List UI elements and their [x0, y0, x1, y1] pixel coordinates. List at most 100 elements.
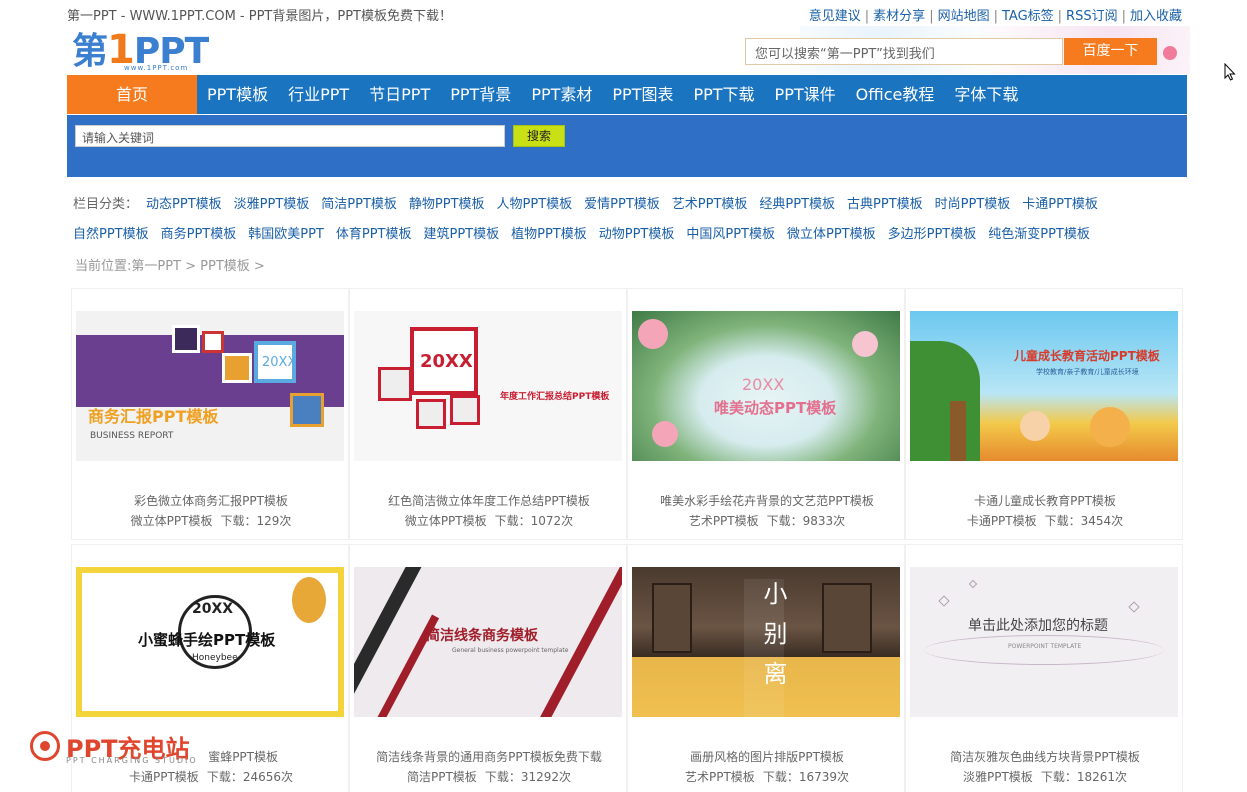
separator: |: [864, 9, 870, 24]
category-link[interactable]: 爱情PPT模板: [584, 197, 660, 212]
category-link[interactable]: 淡雅PPT模板: [234, 197, 310, 212]
logo-text-a: 第: [72, 31, 108, 72]
template-thumbnail[interactable]: 小别离: [632, 567, 900, 717]
category-link[interactable]: 时尚PPT模板: [935, 197, 1011, 212]
template-category[interactable]: 艺术PPT模板: [689, 514, 759, 528]
category-link[interactable]: 简洁PPT模板: [321, 197, 397, 212]
category-link[interactable]: 体育PPT模板: [336, 227, 412, 242]
category-link[interactable]: 建筑PPT模板: [424, 227, 500, 242]
category-link[interactable]: 商务PPT模板: [161, 227, 237, 242]
category-link[interactable]: 微立体PPT模板: [787, 227, 876, 242]
separator: |: [993, 9, 998, 24]
nav-item-download[interactable]: PPT下载: [693, 75, 754, 114]
template-card[interactable]: 20XX 年度工作汇报总结PPT模板 红色简洁微立体年度工作总结PPT模板 微立…: [349, 288, 627, 540]
template-category[interactable]: 简洁PPT模板: [407, 770, 477, 784]
category-link[interactable]: 自然PPT模板: [73, 227, 149, 242]
template-card[interactable]: 小别离 画册风格的图片排版PPT模板 艺术PPT模板 下载：16739次: [627, 544, 905, 792]
template-thumbnail[interactable]: 单击此处添加您的标题 POWERPOINT TEMPLATE: [910, 567, 1178, 717]
download-count: 下载：3454次: [1044, 514, 1124, 528]
nav-item-material[interactable]: PPT素材: [531, 75, 592, 114]
template-category[interactable]: 卡通PPT模板: [129, 770, 199, 784]
template-category[interactable]: 艺术PPT模板: [685, 770, 755, 784]
template-title[interactable]: 彩色微立体商务汇报PPT模板: [72, 492, 350, 509]
link-tags[interactable]: TAG标签: [1002, 9, 1054, 24]
thumb-badge: 20XX: [262, 355, 297, 370]
template-category[interactable]: 淡雅PPT模板: [963, 770, 1033, 784]
template-category[interactable]: 微立体PPT模板: [131, 514, 213, 528]
keyword-search-button[interactable]: 搜索: [513, 125, 565, 147]
thumb-subtitle: General business powerpoint template: [452, 647, 569, 654]
template-card[interactable]: 儿童成长教育活动PPT模板 学校教育/亲子教育/儿童成长环境 卡通儿童成长教育P…: [905, 288, 1183, 540]
category-link[interactable]: 古典PPT模板: [847, 197, 923, 212]
download-count: 下载：18261次: [1040, 770, 1127, 784]
thumb-subtitle: POWERPOINT TEMPLATE: [1008, 643, 1082, 650]
nav-item-fonts[interactable]: 字体下载: [954, 75, 1018, 114]
nav-home[interactable]: 首页: [67, 75, 197, 114]
template-category[interactable]: 卡通PPT模板: [967, 514, 1037, 528]
link-favorite[interactable]: 加入收藏: [1130, 9, 1182, 24]
link-rss[interactable]: RSS订阅: [1066, 9, 1118, 24]
nav-item-office[interactable]: Office教程: [856, 75, 935, 114]
baidu-search-button[interactable]: 百度一下: [1064, 38, 1157, 65]
template-thumbnail[interactable]: 简洁线条商务模板 General business powerpoint tem…: [354, 567, 622, 717]
category-link[interactable]: 艺术PPT模板: [672, 197, 748, 212]
nav-item-background[interactable]: PPT背景: [450, 75, 511, 114]
template-card[interactable]: 单击此处添加您的标题 POWERPOINT TEMPLATE 简洁灰雅灰色曲线方…: [905, 544, 1183, 792]
nav-item-holiday[interactable]: 节日PPT: [369, 75, 430, 114]
separator: |: [1057, 9, 1063, 24]
template-title[interactable]: 唯美水彩手绘花卉背景的文艺范PPT模板: [628, 492, 906, 509]
nav-item-courseware[interactable]: PPT课件: [775, 75, 836, 114]
thumb-title: 简洁线条商务模板: [426, 628, 538, 644]
category-link[interactable]: 多边形PPT模板: [888, 227, 977, 242]
link-feedback[interactable]: 意见建议: [809, 9, 861, 24]
download-count: 下载：1072次: [494, 514, 574, 528]
link-share[interactable]: 素材分享: [873, 9, 925, 24]
mouse-cursor-icon: [1224, 63, 1236, 81]
template-thumbnail[interactable]: 20XX 年度工作汇报总结PPT模板: [354, 311, 622, 461]
template-thumbnail[interactable]: 儿童成长教育活动PPT模板 学校教育/亲子教育/儿童成长环境: [910, 311, 1178, 461]
template-category[interactable]: 微立体PPT模板: [405, 514, 487, 528]
template-title[interactable]: 简洁线条背景的通用商务PPT模板免费下载: [350, 748, 628, 765]
baidu-search-input[interactable]: 您可以搜索“第一PPT”找到我们: [745, 38, 1063, 65]
category-link[interactable]: 卡通PPT模板: [1022, 197, 1098, 212]
thumb-title: 年度工作汇报总结PPT模板: [500, 392, 610, 402]
thumb-badge: 20XX: [742, 375, 785, 394]
category-link[interactable]: 植物PPT模板: [511, 227, 587, 242]
thumb-subtitle: BUSINESS REPORT: [90, 431, 174, 441]
category-link[interactable]: 中国风PPT模板: [686, 227, 775, 242]
thumb-title: 单击此处添加您的标题: [968, 618, 1108, 634]
link-sitemap[interactable]: 网站地图: [938, 9, 990, 24]
category-link[interactable]: 动态PPT模板: [146, 197, 222, 212]
site-logo[interactable]: 第1PPT www.1PPT.com: [72, 30, 242, 72]
decoration-dot-icon: [1163, 46, 1177, 60]
nav-item-ppt-template[interactable]: PPT模板: [207, 75, 268, 114]
thumb-badge: 20XX: [420, 351, 473, 372]
download-count: 下载：24656次: [206, 770, 293, 784]
category-link[interactable]: 人物PPT模板: [497, 197, 573, 212]
template-title[interactable]: 红色简洁微立体年度工作总结PPT模板: [350, 492, 628, 509]
thumb-subtitle: Honeybee: [192, 653, 238, 663]
category-list: 栏目分类： 动态PPT模板 淡雅PPT模板 简洁PPT模板 静物PPT模板 人物PPT模板…: [73, 190, 1183, 250]
thumb-title: 小蜜蜂手绘PPT模板: [138, 631, 276, 649]
template-title[interactable]: 卡通儿童成长教育PPT模板: [906, 492, 1184, 509]
download-count: 下载：129次: [220, 514, 292, 528]
category-link[interactable]: 动物PPT模板: [599, 227, 675, 242]
category-link[interactable]: 经典PPT模板: [759, 197, 835, 212]
template-thumbnail[interactable]: 20XX 小蜜蜂手绘PPT模板 Honeybee: [76, 567, 344, 717]
template-card[interactable]: 20XX 商务汇报PPT模板 BUSINESS REPORT 彩色微立体商务汇报…: [71, 288, 349, 540]
category-link[interactable]: 静物PPT模板: [409, 197, 485, 212]
template-thumbnail[interactable]: 20XX 唯美动态PPT模板: [632, 311, 900, 461]
template-title[interactable]: 简洁灰雅灰色曲线方块背景PPT模板: [906, 748, 1184, 765]
template-thumbnail[interactable]: 20XX 商务汇报PPT模板 BUSINESS REPORT: [76, 311, 344, 461]
template-card[interactable]: 简洁线条商务模板 General business powerpoint tem…: [349, 544, 627, 792]
breadcrumb: 当前位置:第一PPT > PPT模板 >: [75, 259, 265, 274]
keyword-input[interactable]: 请输入关键词: [75, 125, 505, 147]
nav-item-chart[interactable]: PPT图表: [612, 75, 673, 114]
template-card[interactable]: 20XX 唯美动态PPT模板 唯美水彩手绘花卉背景的文艺范PPT模板 艺术PPT…: [627, 288, 905, 540]
download-count: 下载：31292次: [484, 770, 571, 784]
category-link[interactable]: 韩国欧美PPT: [248, 227, 324, 242]
category-link[interactable]: 纯色渐变PPT模板: [988, 227, 1090, 242]
thumb-title: 小别离: [759, 581, 787, 701]
template-title[interactable]: 画册风格的图片排版PPT模板: [628, 748, 906, 765]
nav-item-industry[interactable]: 行业PPT: [288, 75, 349, 114]
